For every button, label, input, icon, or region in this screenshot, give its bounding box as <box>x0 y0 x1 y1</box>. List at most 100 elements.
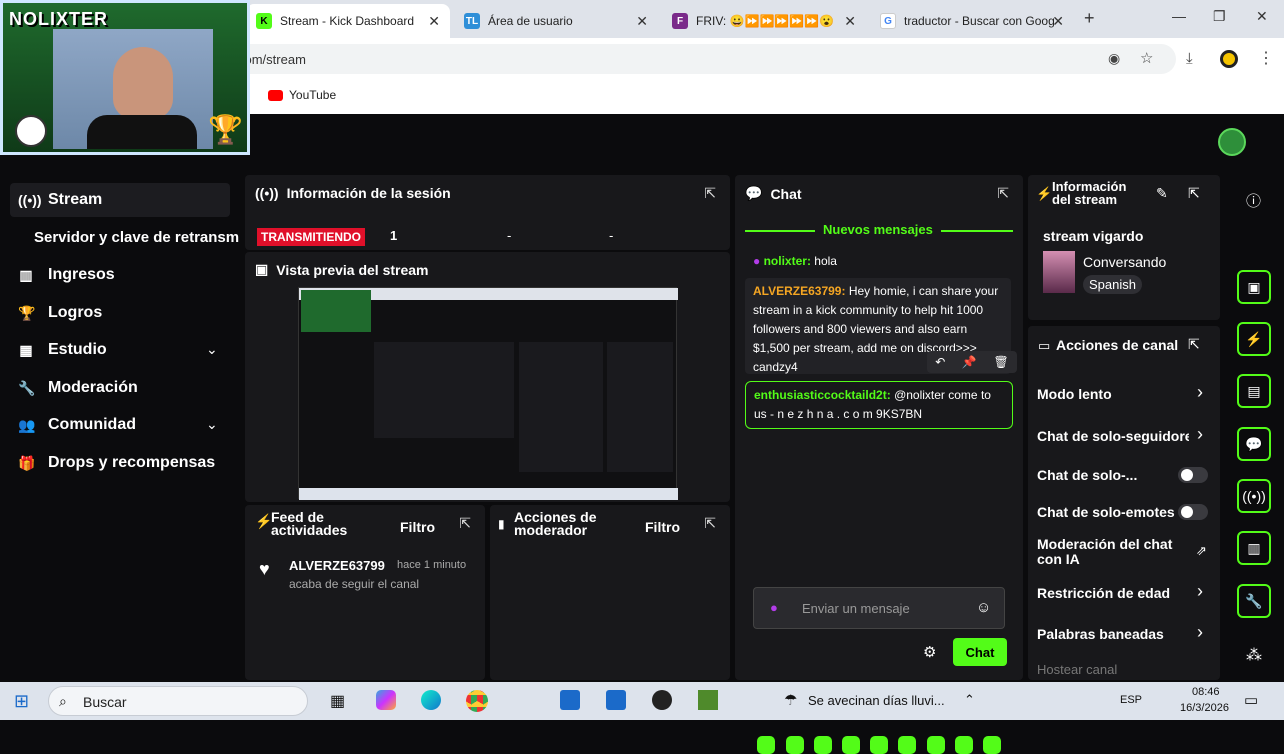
broadcast-toggle-icon[interactable]: ((•)) <box>1237 479 1271 513</box>
action-emotes-only[interactable]: Chat de solo-emotes <box>1037 504 1175 520</box>
close-window-icon[interactable]: ✕ <box>1256 8 1268 25</box>
taskbar-search[interactable]: ⌕ Buscar <box>48 686 308 716</box>
sidebar-item-logros[interactable]: 🏆 Logros <box>18 304 102 322</box>
chat-username[interactable]: ALVERZE63799 <box>753 284 841 298</box>
action-banned-words[interactable]: Palabras baneadas <box>1037 626 1164 642</box>
popout-icon[interactable]: ⇱ <box>997 185 1009 202</box>
emote-icon[interactable] <box>927 736 945 754</box>
feed-username[interactable]: ALVERZE63799 <box>289 558 385 573</box>
popout-icon[interactable]: ⇱ <box>1188 185 1200 202</box>
info-icon[interactable]: ⓘ <box>1246 190 1261 211</box>
category-name[interactable]: Conversando <box>1083 254 1166 270</box>
wrench-toggle-icon[interactable]: 🔧 <box>1237 584 1271 618</box>
close-tab-icon[interactable]: ✕ <box>636 13 648 30</box>
chat-username[interactable]: enthusiasticcocktaild2t <box>754 388 887 402</box>
action-slow-mode[interactable]: Modo lento <box>1037 386 1112 402</box>
action-age-restriction[interactable]: Restricción de edad <box>1037 585 1170 601</box>
emote-icon[interactable] <box>786 736 804 754</box>
chevron-right-icon[interactable]: › <box>1197 622 1203 643</box>
delete-icon[interactable]: 🗑 <box>993 355 1008 369</box>
popout-icon[interactable]: ⇱ <box>704 185 716 202</box>
sidebar-item-comunidad[interactable]: 👥 Comunidad <box>18 416 136 434</box>
preview-toggle-icon[interactable]: ▣ <box>1237 270 1271 304</box>
reply-icon[interactable]: ↶ <box>935 355 945 369</box>
close-tab-icon[interactable]: ✕ <box>1052 13 1064 30</box>
action-ai-moderation[interactable]: Moderación del chat con IA <box>1037 537 1187 567</box>
profile-avatar[interactable] <box>1220 50 1238 68</box>
popout-icon[interactable]: ⇱ <box>459 515 471 532</box>
action-host-channel[interactable]: Hostear canal <box>1037 662 1117 677</box>
pin-icon[interactable]: 📌 <box>962 355 977 369</box>
tab-traductor[interactable]: G traductor - Buscar con Goog ✕ <box>870 4 1074 38</box>
edit-pencil-icon[interactable]: ✎ <box>1156 185 1168 202</box>
sidebar-item-drops[interactable]: 🎁 Drops y recompensas <box>18 454 215 472</box>
emote-icon[interactable] <box>814 736 832 754</box>
clock-time[interactable]: 08:46 <box>1192 686 1220 698</box>
maximize-icon[interactable]: ❐ <box>1213 8 1226 25</box>
chat-username[interactable]: nolixter <box>764 254 807 268</box>
send-chat-button[interactable]: Chat <box>953 638 1007 666</box>
subs-only-toggle[interactable] <box>1178 467 1208 483</box>
tab-friv[interactable]: F FRIV: 😀⏩⏩⏩⏩⏩😮 ✕ <box>662 4 866 38</box>
popout-icon[interactable]: ⇱ <box>1188 336 1200 353</box>
sidebar-item-stream[interactable]: ((•)) Stream <box>18 191 102 209</box>
chevron-right-icon[interactable]: › <box>1197 382 1203 403</box>
chevron-right-icon[interactable]: › <box>1197 424 1203 445</box>
emote-icon[interactable] <box>983 736 1001 754</box>
layout-toggle-icon[interactable]: ▥ <box>1237 531 1271 565</box>
emote-icon[interactable] <box>842 736 860 754</box>
close-tab-icon[interactable]: ✕ <box>428 13 440 30</box>
category-thumbnail[interactable] <box>1043 251 1075 293</box>
minecraft-icon[interactable] <box>698 690 718 710</box>
emote-icon[interactable] <box>955 736 973 754</box>
chat-toggle-icon[interactable]: 💬 <box>1237 427 1271 461</box>
apps-icon[interactable]: ⁂ <box>1246 645 1262 665</box>
action-followers-only[interactable]: Chat de solo-seguidore: <box>1037 428 1189 444</box>
language-indicator[interactable]: ESP <box>1120 694 1142 706</box>
emoji-icon[interactable]: ☺ <box>976 599 991 616</box>
action-subs-only[interactable]: Chat de solo-... <box>1037 467 1137 483</box>
emote-icon[interactable] <box>898 736 916 754</box>
edge-icon[interactable] <box>421 690 441 710</box>
sidebar-item-ingresos[interactable]: ▥ Ingresos <box>18 266 114 284</box>
chevron-right-icon[interactable]: › <box>1197 581 1203 602</box>
windows-start-icon[interactable]: ⊞ <box>14 691 29 712</box>
clock-date[interactable]: 16/3/2026 <box>1180 702 1229 714</box>
new-tab-icon[interactable]: + <box>1084 8 1095 29</box>
sidebar-item-moderacion[interactable]: 🔧 Moderación <box>18 379 138 397</box>
document-toggle-icon[interactable]: ▤ <box>1237 374 1271 408</box>
settings-gear-icon[interactable]: ⚙ <box>923 643 936 661</box>
tab-area-usuario[interactable]: TL Área de usuario ✕ <box>454 4 658 38</box>
chevron-down-icon[interactable]: ⌄ <box>206 416 218 433</box>
url-field[interactable]: com/stream ◉ ☆ <box>236 44 1176 74</box>
store-icon[interactable] <box>560 690 580 710</box>
eye-off-icon[interactable]: ◉ <box>1108 50 1120 67</box>
star-icon[interactable]: ☆ <box>1140 49 1153 67</box>
sidebar-item-estudio[interactable]: ▦ Estudio <box>18 341 106 359</box>
emote-icon[interactable] <box>870 736 888 754</box>
tab-kick-dashboard[interactable]: K Stream - Kick Dashboard ✕ <box>246 4 450 38</box>
chevron-down-icon[interactable]: ⌄ <box>206 341 218 358</box>
sidebar-item-server-key[interactable]: Servidor y clave de retransm <box>34 229 239 246</box>
copilot-icon[interactable] <box>376 690 396 710</box>
user-avatar[interactable] <box>1218 128 1246 156</box>
weather-text[interactable]: Se avecinan días lluvi... <box>808 693 945 708</box>
task-view-icon[interactable]: ▦ <box>330 691 345 711</box>
notification-icon[interactable]: ▭ <box>1244 691 1258 709</box>
menu-dots-icon[interactable]: ⋮ <box>1258 48 1274 68</box>
stream-preview-video[interactable] <box>298 287 678 500</box>
external-link-icon[interactable]: ⇗ <box>1196 543 1207 559</box>
bookmark-youtube[interactable]: YouTube <box>268 88 336 102</box>
chrome-icon[interactable] <box>466 690 488 712</box>
emote-icon[interactable] <box>757 736 775 754</box>
download-icon[interactable]: ⤓ <box>1186 50 1193 67</box>
filter-button[interactable]: Filtro <box>400 519 435 535</box>
filter-button[interactable]: Filtro <box>645 519 680 535</box>
outlook-icon[interactable] <box>606 690 626 710</box>
popout-icon[interactable]: ⇱ <box>704 515 716 532</box>
obs-icon[interactable] <box>652 690 672 710</box>
minimize-icon[interactable]: — <box>1172 8 1186 24</box>
emotes-only-toggle[interactable] <box>1178 504 1208 520</box>
lightning-toggle-icon[interactable]: ⚡ <box>1237 322 1271 356</box>
close-tab-icon[interactable]: ✕ <box>844 13 856 30</box>
